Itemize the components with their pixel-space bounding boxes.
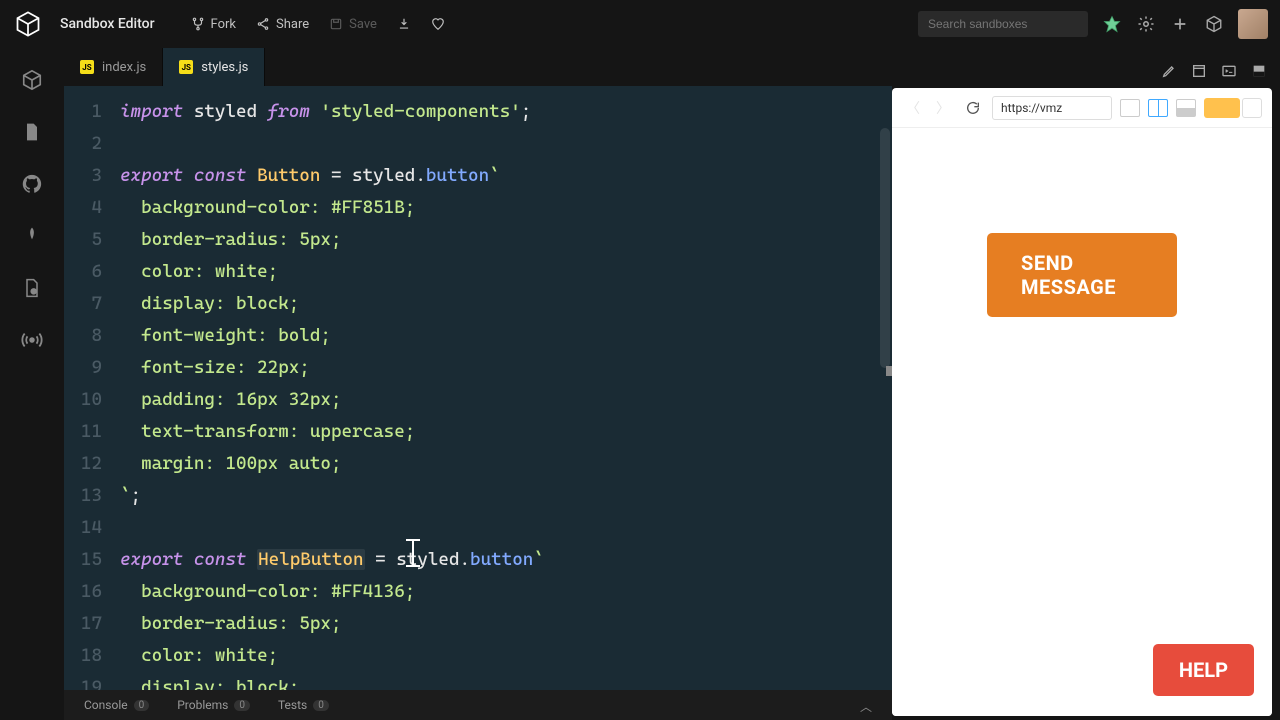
tab-label: index.js <box>102 60 146 75</box>
save-label: Save <box>349 17 377 32</box>
topbar-right <box>918 9 1268 39</box>
preview-frame: 〈 〉 https://vmz SEND MESSAGE HELP <box>892 88 1272 716</box>
preview-tools <box>892 54 1272 88</box>
sidebar <box>0 48 64 720</box>
nav-back-icon[interactable]: 〈 <box>902 97 924 119</box>
chevron-up-icon: ︿ <box>860 700 872 714</box>
tabs: JS index.js JS styles.js <box>64 48 892 86</box>
gutter: 12345678910111213141516171819 <box>64 86 120 690</box>
fork-button[interactable]: Fork <box>191 17 236 32</box>
tests-tab[interactable]: Tests 0 <box>278 698 329 712</box>
swatch-white <box>1242 98 1262 118</box>
cube-icon[interactable] <box>1204 14 1224 34</box>
refresh-icon[interactable] <box>962 97 984 119</box>
share-label: Share <box>276 17 309 32</box>
topbar-actions: Fork Share Save <box>191 17 445 32</box>
open-window-icon[interactable] <box>1190 62 1208 80</box>
problems-badge: 0 <box>234 700 250 711</box>
expand-panel-button[interactable]: ︿ <box>860 696 872 715</box>
save-button[interactable]: Save <box>329 17 377 32</box>
send-message-button[interactable]: SEND MESSAGE <box>987 233 1177 317</box>
preview-panel: 〈 〉 https://vmz SEND MESSAGE HELP <box>892 48 1280 720</box>
add-icon[interactable] <box>1170 14 1190 34</box>
help-button[interactable]: HELP <box>1153 644 1254 696</box>
sidebar-file-icon[interactable] <box>20 120 44 144</box>
console-label: Console <box>84 698 128 712</box>
js-icon: JS <box>80 60 94 74</box>
view-stack-icon[interactable] <box>1176 99 1196 117</box>
search-box[interactable] <box>918 11 1088 37</box>
sidebar-explorer-icon[interactable] <box>20 68 44 92</box>
text-cursor-icon <box>412 539 414 567</box>
logo-icon[interactable] <box>12 8 44 40</box>
problems-tab[interactable]: Problems 0 <box>177 698 250 712</box>
preview-body: SEND MESSAGE HELP <box>892 128 1272 716</box>
problems-label: Problems <box>177 698 228 712</box>
preview-header: 〈 〉 https://vmz <box>892 88 1272 128</box>
console-tab[interactable]: Console 0 <box>84 698 149 712</box>
bottom-bar: Console 0 Problems 0 Tests 0 ︿ <box>64 690 892 720</box>
url-bar[interactable]: https://vmz <box>992 96 1112 120</box>
view-split-icon[interactable] <box>1148 99 1168 117</box>
fork-label: Fork <box>211 17 236 32</box>
code-content[interactable]: import styled from 'styled-components'; … <box>120 86 892 690</box>
tab-label: styles.js <box>201 60 248 75</box>
sidebar-deploy-icon[interactable] <box>20 224 44 248</box>
js-icon: JS <box>179 60 193 74</box>
console-badge: 0 <box>134 700 150 711</box>
page-title: Sandbox Editor <box>60 16 155 32</box>
tests-badge: 0 <box>313 700 329 711</box>
swatch-orange <box>1204 98 1240 118</box>
share-button[interactable]: Share <box>256 17 309 32</box>
tab-styles-js[interactable]: JS styles.js <box>163 48 265 86</box>
avatar[interactable] <box>1238 9 1268 39</box>
main: JS index.js JS styles.js 123456789101112… <box>0 48 1280 720</box>
premium-icon[interactable] <box>1102 14 1122 34</box>
like-button[interactable] <box>431 17 445 31</box>
sidebar-live-icon[interactable] <box>20 328 44 352</box>
theme-swatch[interactable] <box>1204 98 1262 118</box>
view-single-icon[interactable] <box>1120 99 1140 117</box>
tab-index-js[interactable]: JS index.js <box>64 48 163 86</box>
sidebar-config-icon[interactable] <box>20 276 44 300</box>
nav-forward-icon[interactable]: 〉 <box>932 97 954 119</box>
terminal-icon[interactable] <box>1220 62 1238 80</box>
code-area[interactable]: 12345678910111213141516171819 import sty… <box>64 86 892 690</box>
scrollbar[interactable] <box>880 128 890 368</box>
topbar: Sandbox Editor Fork Share Save <box>0 0 1280 48</box>
sidebar-github-icon[interactable] <box>20 172 44 196</box>
tests-label: Tests <box>278 698 307 712</box>
editor-area: JS index.js JS styles.js 123456789101112… <box>64 48 892 720</box>
pencil-icon[interactable] <box>1160 62 1178 80</box>
download-button[interactable] <box>397 17 411 31</box>
settings-icon[interactable] <box>1136 14 1156 34</box>
layout-icon[interactable] <box>1250 62 1268 80</box>
search-input[interactable] <box>928 17 1083 31</box>
